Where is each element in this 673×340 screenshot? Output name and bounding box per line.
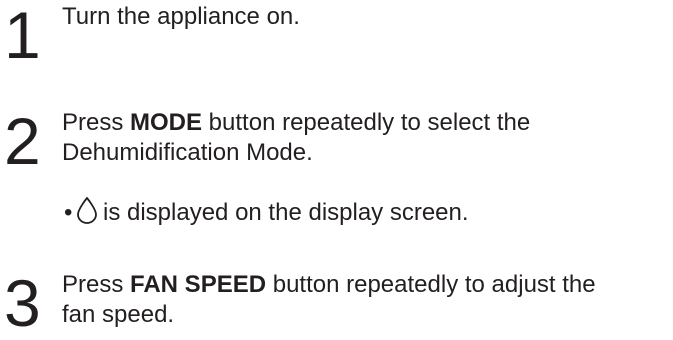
step-number: 3 [4,266,41,340]
fan-speed-button-label: FAN SPEED [130,271,267,298]
step-text: Press MODE button repeatedly to select t… [62,108,530,168]
note-text: is displayed on the display screen. [103,199,469,226]
step-text-line2: Dehumidification Mode. [62,139,313,166]
step-text-prefix: Press [62,109,131,136]
water-drop-icon [76,196,98,232]
step-text-suffix: button repeatedly to select the [202,109,531,136]
step-text-line2: fan speed. [62,301,175,328]
step-2-note: • is displayed on the display screen. [64,196,469,232]
step-text-prefix: Press [62,271,131,298]
step-number: 2 [4,104,41,178]
step-number: 1 [4,0,41,72]
step-text: Press FAN SPEED button repeatedly to adj… [62,270,596,330]
bullet: • [64,199,73,226]
mode-button-label: MODE [130,109,203,136]
step-text-suffix: button repeatedly to adjust the [266,271,596,298]
step-text-line: Turn the appliance on. [62,3,300,30]
step-text: Turn the appliance on. [62,2,300,32]
